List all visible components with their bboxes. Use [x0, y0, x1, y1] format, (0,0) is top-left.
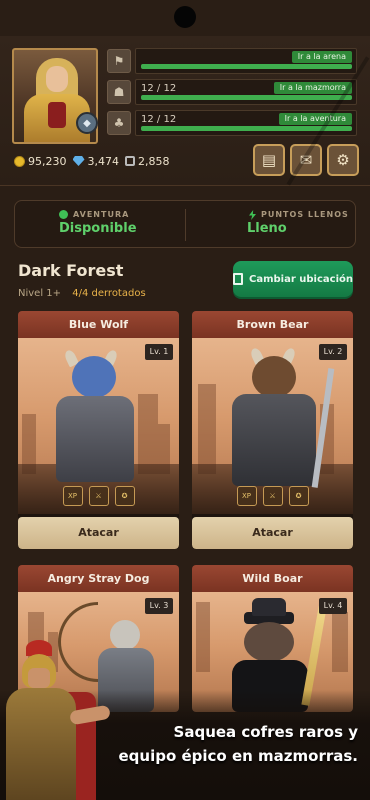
arena-progress-fill [141, 64, 352, 69]
change-location-button[interactable]: Cambiar ubicación [233, 261, 353, 297]
adventure-value: Disponible [59, 221, 137, 236]
arena-progress-bar [141, 64, 352, 69]
scroll-icon: ▤ [261, 151, 277, 169]
reward-row: XP ⚔ ✪ [18, 486, 179, 506]
mode-row-arena: ⚑ Ir a la arena [107, 48, 357, 74]
wolf-armor [56, 396, 134, 482]
location-title: Dark Forest [18, 261, 124, 280]
gladiator-character [0, 638, 111, 800]
enemy-level-badge: Lv. 2 [319, 344, 347, 360]
avatar-chest [48, 102, 66, 128]
castle-tower [332, 612, 348, 672]
enemy-name: Blue Wolf [18, 311, 179, 338]
mail-button[interactable]: ✉ [290, 144, 322, 176]
adventure-label: AVENTURA [73, 210, 130, 219]
location-subtitle: Nivel 1+ 4/4 derrotados [18, 288, 146, 299]
attack-button[interactable]: Atacar [18, 517, 179, 549]
status-panel: AVENTURA Disponible PUNTOS LLENOS Lleno [14, 200, 356, 248]
adventure-progress-fill [141, 126, 352, 131]
mode-count-adventure: 12 / 12 [141, 114, 177, 125]
dungeon-progress-fill [141, 95, 352, 100]
adventure-icon: ♣ [107, 111, 131, 135]
enemy-level-badge: Lv. 1 [145, 344, 173, 360]
gear-icon: ⚙ [336, 151, 350, 169]
change-location-label: Cambiar ubicación [249, 273, 353, 285]
promo-line-1: Saquea cofres raros y [173, 723, 358, 741]
reward-row: XP ⚔ ✪ [192, 486, 353, 506]
castle-tower [198, 384, 216, 474]
castle-tower [138, 394, 158, 474]
clock-icon [59, 210, 68, 219]
gem-resource: 3,474 [72, 154, 120, 168]
dog-head [110, 620, 140, 650]
shield-icon: ◆ [76, 112, 98, 134]
enemy-card-blue-wolf[interactable]: Blue Wolf Lv. 1 XP ⚔ ✪ Atacar [18, 311, 179, 549]
weapon-reward-icon: ⚔ [262, 486, 283, 506]
go-arena-button[interactable]: Ir a la arena [291, 51, 352, 63]
mode-row-dungeon: ☗ 12 / 12 Ir a la mazmorra [107, 79, 357, 105]
points-value: Lleno [247, 221, 287, 236]
enemy-card-brown-bear[interactable]: Brown Bear Lv. 2 XP ⚔ ✪ Atacar [192, 311, 353, 549]
points-label: PUNTOS LLENOS [261, 210, 349, 219]
enemy-name: Brown Bear [192, 311, 353, 338]
xp-reward-icon: XP [236, 486, 257, 506]
mode-count-dungeon: 12 / 12 [141, 83, 177, 94]
gem-amount: 3,474 [87, 154, 120, 168]
gladiator-armor [6, 688, 76, 800]
location-defeated: 4/4 derrotados [72, 288, 146, 299]
map-icon [233, 273, 243, 285]
attack-button[interactable]: Atacar [192, 517, 353, 549]
status-divider [185, 209, 186, 241]
dungeon-icon: ☗ [107, 80, 131, 104]
mode-box-arena: Ir a la arena [135, 48, 357, 74]
enemy-name: Wild Boar [192, 565, 353, 592]
avatar-face [46, 66, 68, 92]
enemy-art: Lv. 2 XP ⚔ ✪ [192, 338, 353, 514]
go-dungeon-button[interactable]: Ir a la mazmorra [273, 82, 352, 94]
mode-row-adventure: ♣ 12 / 12 Ir a la aventura [107, 110, 357, 136]
bear-armor [232, 394, 316, 486]
dungeon-progress-bar [141, 95, 352, 100]
bear-head [252, 356, 296, 398]
settings-button[interactable]: ⚙ [327, 144, 359, 176]
arena-icon: ⚑ [107, 49, 131, 73]
go-adventure-button[interactable]: Ir a la aventura [278, 113, 352, 125]
gold-resource: 95,230 [14, 155, 67, 168]
weapon-reward-icon: ⚔ [88, 486, 109, 506]
token-icon [125, 156, 135, 166]
mode-box-dungeon: 12 / 12 Ir a la mazmorra [135, 79, 357, 105]
xp-reward-icon: XP [62, 486, 83, 506]
adventure-progress-bar [141, 126, 352, 131]
token-resource: 2,858 [125, 155, 170, 168]
enemy-name: Angry Stray Dog [18, 565, 179, 592]
camera-notch [174, 6, 196, 28]
gold-amount: 95,230 [28, 154, 67, 168]
adventure-status: AVENTURA Disponible [59, 210, 137, 236]
quest-scroll-button[interactable]: ▤ [253, 144, 285, 176]
enemy-level-badge: Lv. 3 [145, 598, 173, 614]
resource-bar: 95,230 3,474 2,858 [14, 152, 170, 170]
mode-box-adventure: 12 / 12 Ir a la aventura [135, 110, 357, 136]
coin-reward-icon: ✪ [288, 486, 309, 506]
token-amount: 2,858 [138, 154, 170, 168]
gem-icon [72, 156, 85, 166]
fedora-crown [252, 598, 286, 616]
promo-line-2: equipo épico en mazmorras. [118, 747, 358, 765]
gladiator-face [28, 668, 50, 688]
castle-tower [196, 602, 210, 672]
mail-icon: ✉ [299, 151, 313, 169]
promo-text: Saquea cofres raros y equipo épico en ma… [100, 720, 358, 768]
enemy-level-badge: Lv. 4 [319, 598, 347, 614]
boar-head [244, 622, 294, 662]
wolf-head [72, 356, 116, 398]
coin-reward-icon: ✪ [114, 486, 135, 506]
player-header: ◆ ⚑ Ir a la arena ☗ 12 / 12 Ir a la mazm… [0, 36, 370, 186]
enemy-art: Lv. 1 XP ⚔ ✪ [18, 338, 179, 514]
gold-coin-icon [14, 155, 25, 167]
points-status: PUNTOS LLENOS Lleno [247, 210, 349, 236]
location-level: Nivel 1+ [18, 288, 62, 299]
